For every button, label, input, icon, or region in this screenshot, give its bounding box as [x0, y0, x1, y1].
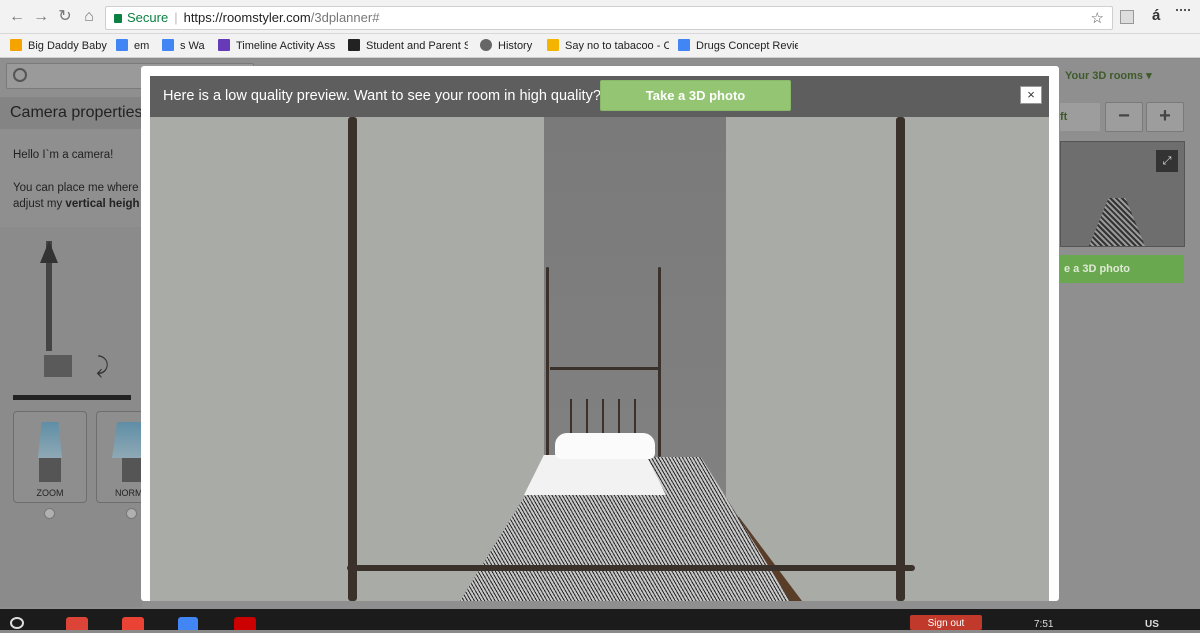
- bookmark-item[interactable]: s Wa: [162, 38, 210, 54]
- camera-body-line2: adjust my vertical heigh: [13, 196, 143, 212]
- forward-icon[interactable]: →: [32, 8, 50, 26]
- bookmark-item[interactable]: History: [480, 38, 540, 54]
- bookmark-label: Student and Parent S: [366, 40, 468, 52]
- secure-label: Secure: [127, 10, 169, 25]
- youtube-icon[interactable]: [234, 617, 256, 630]
- left-stub-button[interactable]: ft: [1060, 103, 1100, 131]
- camera-icon: [39, 458, 61, 482]
- docs-icon: [162, 39, 174, 51]
- bookmarks-bar: Big Daddy Baby em s Wa Timeline Activity…: [0, 34, 1200, 58]
- headboard-rail: [550, 367, 658, 370]
- url-host: https://roomstyler.com: [183, 10, 311, 25]
- camera-description: Hello I`m a camera! You can place me whe…: [13, 147, 143, 212]
- browser-toolbar: ← → ↻ ⌂ Secure | https://roomstyler.com/3d…: [0, 0, 1200, 34]
- back-icon[interactable]: ←: [8, 8, 26, 26]
- mode-normal-radio[interactable]: [126, 508, 137, 519]
- bookmark-item[interactable]: em: [116, 38, 156, 54]
- sign-out-button[interactable]: Sign out: [910, 615, 982, 630]
- docs-icon: [116, 39, 128, 51]
- school-icon: [348, 39, 360, 51]
- menu-icon[interactable]: [1176, 9, 1190, 12]
- take-3d-photo-button-behind[interactable]: e a 3D photo: [1060, 255, 1184, 283]
- bookmark-favicon-icon: [10, 39, 22, 51]
- chrome-icon[interactable]: [66, 617, 88, 630]
- search-icon: [13, 68, 27, 82]
- reload-icon[interactable]: ↻: [56, 8, 74, 26]
- modal-message: Here is a low quality preview. Want to s…: [163, 88, 601, 104]
- bookmark-label: Big Daddy Baby: [28, 40, 107, 52]
- docs-icon[interactable]: [178, 617, 198, 630]
- address-separator: |: [174, 10, 178, 25]
- lock-icon: [114, 14, 122, 23]
- bookmark-item[interactable]: Student and Parent S: [348, 38, 468, 54]
- rooms-menu-label: Your 3D rooms ▾: [1065, 70, 1152, 82]
- close-button[interactable]: ×: [1020, 86, 1042, 104]
- bookmark-item[interactable]: Big Daddy Baby: [10, 38, 110, 54]
- extension-accent-icon[interactable]: á: [1152, 7, 1160, 24]
- rooms-menu[interactable]: Your 3D rooms ▾: [1060, 59, 1200, 91]
- bookmark-item[interactable]: Drugs Concept Revie: [678, 38, 798, 54]
- extension-cast-icon[interactable]: [1120, 10, 1134, 24]
- room-preview-image: [150, 117, 1049, 601]
- zoom-in-button[interactable]: +: [1146, 102, 1184, 132]
- slides-icon: [547, 39, 559, 51]
- launcher-icon[interactable]: [10, 617, 24, 629]
- bookmark-label: Drugs Concept Revie: [696, 40, 798, 52]
- height-arrow-icon: [40, 241, 58, 263]
- bookmark-label: History: [498, 40, 533, 52]
- docs-icon: [678, 39, 690, 51]
- headboard-post-right: [658, 267, 661, 457]
- bookmark-item[interactable]: Say no to tabacoo - C: [547, 38, 669, 54]
- bookmark-label: em: [134, 40, 150, 52]
- preview-modal: Here is a low quality preview. Want to s…: [141, 66, 1059, 601]
- bedpost-left: [348, 117, 357, 601]
- locale-indicator[interactable]: US: [1145, 619, 1159, 630]
- pillow: [555, 433, 655, 459]
- left-stub-label: ft: [1060, 111, 1068, 123]
- tilt-icon[interactable]: ⤸: [96, 353, 109, 379]
- zoom-out-button[interactable]: −: [1105, 102, 1143, 132]
- gmail-icon[interactable]: [122, 617, 144, 630]
- address-bar[interactable]: Secure | https://roomstyler.com/3dplanner#…: [105, 6, 1113, 30]
- footboard-rail: [347, 565, 915, 571]
- forms-icon: [218, 39, 230, 51]
- horizon-bar: [13, 395, 131, 400]
- bed-sheet: [524, 455, 666, 495]
- modal-header: Here is a low quality preview. Want to s…: [150, 76, 1049, 117]
- mode-label: ZOOM: [36, 488, 64, 498]
- camera-body-bold: vertical heigh: [65, 198, 140, 210]
- mini-preview[interactable]: ⤢: [1060, 141, 1185, 247]
- camera-greeting: Hello I`m a camera!: [13, 149, 114, 161]
- headboard-post-left: [546, 267, 549, 457]
- os-taskbar: Sign out 7:51 US: [0, 609, 1200, 630]
- bedpost-right: [896, 117, 905, 601]
- mode-zoom-card[interactable]: ZOOM: [13, 411, 87, 503]
- bookmark-label: Say no to tabacoo - C: [565, 40, 669, 52]
- camera-body-line1: You can place me where: [13, 182, 139, 194]
- url-path: /3dplanner#: [310, 10, 380, 25]
- camera-icon[interactable]: [44, 355, 72, 377]
- take-3d-photo-button[interactable]: Take a 3D photo: [600, 80, 791, 111]
- history-icon: [480, 39, 492, 51]
- mode-label: NORM: [115, 488, 143, 498]
- expand-icon[interactable]: ⤢: [1156, 150, 1178, 172]
- mode-zoom-radio[interactable]: [44, 508, 55, 519]
- camera-body-adjust: adjust my: [13, 198, 63, 210]
- bookmark-item[interactable]: Timeline Activity Ass: [218, 38, 338, 54]
- bookmark-label: Timeline Activity Ass: [236, 40, 336, 52]
- bookmark-star-icon[interactable]: ☆: [1091, 8, 1104, 30]
- clock[interactable]: 7:51: [1034, 619, 1053, 630]
- mini-bed: [1089, 198, 1145, 246]
- mode-normal-card[interactable]: NORM: [96, 411, 146, 503]
- bookmark-label: s Wa: [180, 40, 205, 52]
- camera-properties-title: Camera properties: [0, 97, 142, 129]
- lens-cone-icon: [38, 422, 62, 458]
- home-icon[interactable]: ⌂: [80, 8, 98, 26]
